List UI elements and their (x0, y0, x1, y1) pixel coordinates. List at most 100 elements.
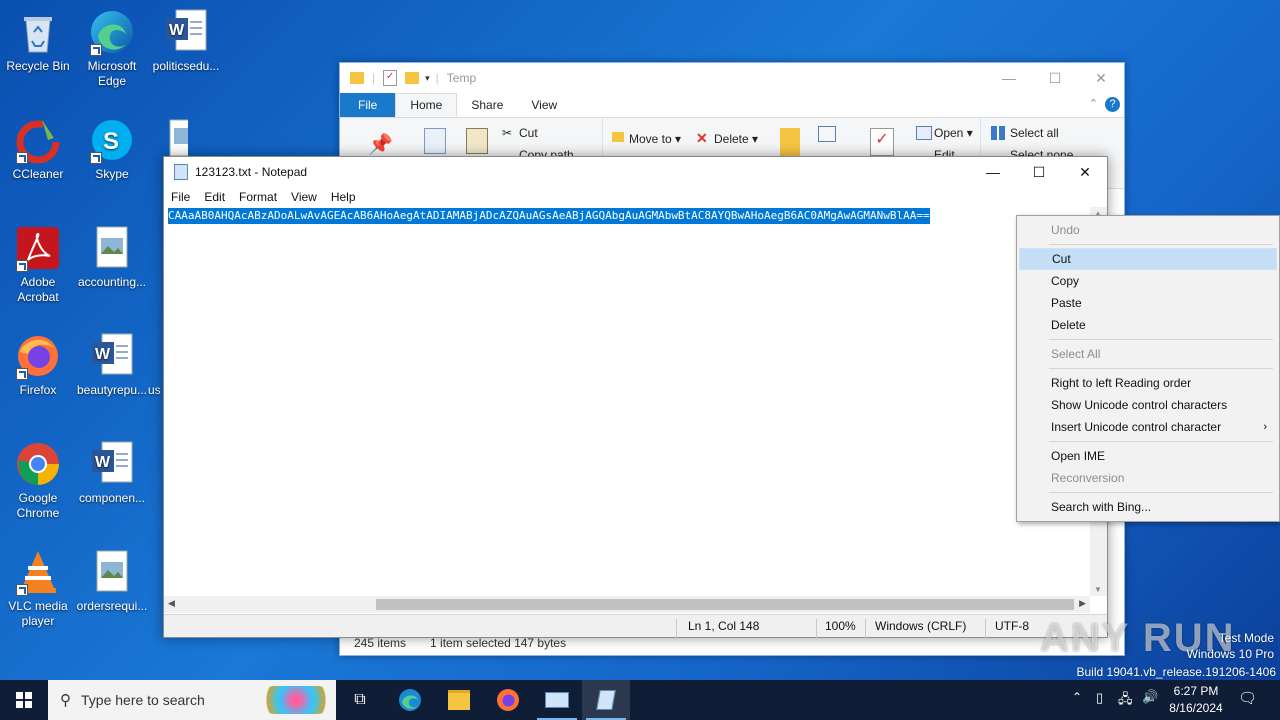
taskbar-edge[interactable] (386, 680, 434, 720)
desktop-icon-firefox[interactable]: Firefox (0, 332, 76, 398)
scroll-thumb[interactable] (376, 599, 1074, 610)
desktop-icon-acrobat[interactable]: Adobe Acrobat (0, 224, 76, 305)
new-folder-large-icon[interactable] (780, 128, 800, 156)
shortcut-arrow-icon (16, 260, 28, 272)
taskbar-firefox[interactable] (484, 680, 532, 720)
tab-view[interactable]: View (517, 93, 571, 117)
menu-bar: File Edit Format View Help (164, 187, 1107, 207)
cut-button[interactable]: Cut (519, 126, 538, 140)
paste-icon[interactable] (466, 128, 488, 154)
desktop-icon-politicsedu[interactable]: W politicsedu... (148, 8, 224, 74)
selected-text[interactable]: CAAaAB0AHQAcABzADoALwAvAGEAcAB6AHoAegAtA… (168, 208, 930, 224)
menu-item-copy[interactable]: Copy (1019, 270, 1277, 292)
select-none-button[interactable]: Select none (991, 148, 1073, 156)
test-mode-text: Test Mode (1218, 631, 1274, 645)
volume-icon[interactable]: 🔊 (1142, 689, 1158, 705)
cursor-position: Ln 1, Col 148 (688, 619, 760, 633)
properties-icon[interactable]: ✓ (383, 70, 398, 86)
battery-icon[interactable]: ▯ (1096, 690, 1103, 706)
desktop-icon-partial[interactable]: us (148, 332, 164, 398)
tab-share[interactable]: Share (457, 93, 517, 117)
collapse-ribbon-icon[interactable]: ⌃ (1089, 97, 1098, 110)
properties-large-icon[interactable]: ✓ (870, 128, 894, 156)
desktop-icon-edge[interactable]: Microsoft Edge (74, 8, 150, 89)
menu-item-paste[interactable]: Paste (1019, 292, 1277, 314)
edit-button[interactable]: Edit (916, 148, 955, 156)
menu-item-reconversion[interactable]: Reconversion (1019, 467, 1277, 489)
maximize-button[interactable]: ☐ (1016, 157, 1062, 187)
pin-icon[interactable]: 📌 (368, 132, 393, 157)
desktop-icon-ordersrequi[interactable]: ordersrequi... (74, 548, 150, 614)
taskbar-file-explorer[interactable] (435, 680, 483, 720)
delete-button[interactable]: Delete ▾ (714, 132, 758, 146)
menu-edit[interactable]: Edit (197, 190, 232, 204)
menu-item-insert-unicode[interactable]: Insert Unicode control character › (1019, 416, 1277, 438)
help-icon[interactable]: ? (1105, 97, 1120, 112)
clock-date[interactable]: 8/16/2024 (1162, 701, 1230, 715)
desktop-icon-chrome[interactable]: Google Chrome (0, 440, 76, 521)
menu-item-undo[interactable]: Undo (1019, 219, 1277, 241)
partial-file-icon (148, 332, 164, 380)
notifications-icon[interactable]: 🗨 (1238, 689, 1257, 707)
network-icon[interactable]: 🖧 (1118, 690, 1133, 712)
desktop-icon-vlc[interactable]: VLC media player (0, 548, 76, 629)
open-button[interactable]: Open ▾ (934, 126, 973, 140)
show-hidden-icons-icon[interactable]: ⌃ (1072, 690, 1082, 704)
desktop-icon-skype[interactable]: S Skype (74, 116, 150, 182)
select-all-button[interactable]: Select all (1010, 126, 1059, 140)
desktop-icon-accounting[interactable]: accounting... (74, 224, 150, 290)
desktop-icon-beautyrepu[interactable]: W beautyrepu... (74, 332, 150, 398)
menu-file[interactable]: File (164, 190, 197, 204)
desktop-icon-ccleaner[interactable]: CCleaner (0, 116, 76, 182)
notepad-window[interactable]: 123123.txt - Notepad — ☐ ✕ File Edit For… (163, 156, 1108, 641)
taskbar-notepad[interactable] (582, 680, 630, 720)
menu-item-open-ime[interactable]: Open IME (1019, 445, 1277, 467)
maximize-button[interactable]: ☐ (1032, 63, 1078, 93)
desktop-icon-label: componen... (78, 491, 146, 505)
desktop-icon-componen[interactable]: W componen... (74, 440, 150, 506)
menu-item-delete[interactable]: Delete (1019, 314, 1277, 336)
minimize-button[interactable]: — (970, 157, 1016, 187)
tab-file[interactable]: File (340, 93, 396, 117)
move-to-button[interactable]: Move to ▾ (629, 132, 681, 146)
menu-item-cut[interactable]: Cut (1019, 248, 1277, 270)
minimize-button[interactable]: — (986, 63, 1032, 93)
shortcut-arrow-icon (90, 44, 102, 56)
search-placeholder: Type here to search (81, 692, 205, 708)
menu-view[interactable]: View (284, 190, 324, 204)
desktop-icon-label: Skype (95, 167, 129, 181)
open-icon (916, 126, 932, 140)
taskbar: ⚲ Type here to search ⧉ ⌃ ▯ 🖧 🔊 6:27 PM … (0, 680, 1280, 720)
menu-item-search-bing[interactable]: Search with Bing... (1019, 496, 1277, 518)
start-button[interactable] (0, 680, 48, 720)
taskbar-app-window[interactable] (533, 680, 581, 720)
copy-icon[interactable] (424, 128, 446, 154)
menu-format[interactable]: Format (232, 190, 284, 204)
new-folder-icon[interactable] (405, 72, 420, 84)
close-button[interactable]: ✕ (1078, 63, 1124, 93)
copy-path-button[interactable]: Copy path (500, 148, 574, 156)
word-document-icon: W (88, 332, 136, 380)
submenu-arrow-icon: › (1263, 421, 1267, 433)
tab-home[interactable]: Home (395, 93, 458, 117)
desktop-icon-recycle-bin[interactable]: Recycle Bin (0, 8, 76, 74)
scroll-right-icon[interactable]: ▶ (1079, 598, 1086, 609)
menu-item-rtl-reading[interactable]: Right to left Reading order (1019, 372, 1277, 394)
shortcut-arrow-icon (16, 152, 28, 164)
vlc-icon (14, 548, 62, 596)
explorer-titlebar: | ✓ ▾ | Temp — ☐ ✕ (340, 63, 1124, 93)
text-editor[interactable]: CAAaAB0AHQAcABzADoALwAvAGEAcAB6AHoAegAtA… (164, 207, 1090, 596)
taskbar-search-box[interactable]: ⚲ Type here to search (48, 680, 336, 720)
scroll-left-icon[interactable]: ◀ (168, 598, 175, 609)
menu-item-show-unicode[interactable]: Show Unicode control characters (1019, 394, 1277, 416)
new-item-icon[interactable] (818, 126, 836, 142)
horizontal-scrollbar[interactable]: ◀ ▶ (164, 596, 1090, 613)
scroll-down-icon[interactable]: ▼ (1094, 585, 1102, 594)
task-view-button[interactable]: ⧉ (336, 680, 384, 720)
clock-time[interactable]: 6:27 PM (1162, 684, 1230, 698)
windows-edition-text: Windows 10 Pro (1186, 647, 1274, 661)
quick-access-dropdown-icon[interactable]: ▾ (425, 73, 430, 84)
menu-item-select-all[interactable]: Select All (1019, 343, 1277, 365)
close-button[interactable]: ✕ (1062, 157, 1108, 187)
menu-help[interactable]: Help (324, 190, 363, 204)
